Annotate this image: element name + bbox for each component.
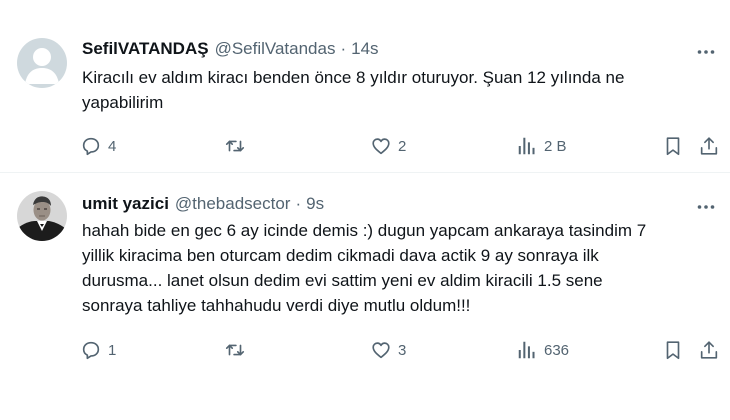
more-icon xyxy=(697,50,715,54)
action-bar: 1 3 636 xyxy=(80,337,720,363)
default-avatar-icon xyxy=(17,38,67,88)
display-name[interactable]: SefilVATANDAŞ xyxy=(82,39,209,59)
user-handle[interactable]: @SefilVatandas xyxy=(215,39,336,59)
like-count: 2 xyxy=(398,137,407,155)
like-icon xyxy=(372,138,390,155)
more-icon xyxy=(697,205,715,209)
retweet-icon xyxy=(225,344,245,356)
retweet-icon xyxy=(225,140,245,152)
views-icon xyxy=(518,137,535,155)
bookmark-icon xyxy=(666,137,680,156)
reply-count: 1 xyxy=(108,341,117,359)
like-count: 3 xyxy=(398,341,407,359)
avatar[interactable] xyxy=(17,191,67,241)
more-button[interactable] xyxy=(694,195,718,219)
tweet-text: hahah bide en gec 6 ay icinde demis :) d… xyxy=(82,218,718,318)
retweet-button[interactable] xyxy=(223,337,253,363)
views-button[interactable]: 636 xyxy=(516,337,569,363)
views-count: 2 B xyxy=(544,137,567,155)
user-handle[interactable]: @thebadsector xyxy=(175,194,291,214)
share-icon xyxy=(700,341,718,359)
tweet-text-line: sonraya tahliye tahhahudu verdi diye mut… xyxy=(82,296,471,315)
retweet-button[interactable] xyxy=(223,133,253,159)
like-icon xyxy=(372,342,390,359)
like-button[interactable]: 2 xyxy=(370,133,406,159)
reply-button[interactable]: 4 xyxy=(80,133,116,159)
bookmark-button[interactable] xyxy=(662,337,684,363)
display-name[interactable]: umit yazici xyxy=(82,194,169,214)
share-button[interactable] xyxy=(698,133,720,159)
share-icon xyxy=(700,137,718,155)
tweet[interactable]: SefilVATANDAŞ @SefilVatandas · 14s Kirac… xyxy=(0,0,730,172)
tweet-text-line: durusma... lanet olsun dedim evi sattim … xyxy=(82,271,603,290)
bookmark-icon xyxy=(666,341,680,360)
timestamp[interactable]: 9s xyxy=(306,194,324,214)
tweet-header: umit yazici @thebadsector · 9s xyxy=(82,193,324,215)
like-button[interactable]: 3 xyxy=(370,337,406,363)
tweet[interactable]: umit yazici @thebadsector · 9s hahah bid… xyxy=(0,173,730,420)
reply-button[interactable]: 1 xyxy=(80,337,116,363)
separator: · xyxy=(295,194,302,213)
separator: · xyxy=(340,39,347,58)
timestamp[interactable]: 14s xyxy=(351,39,378,59)
reply-icon xyxy=(82,341,100,360)
action-bar: 4 2 2 B xyxy=(80,133,720,159)
profile-photo xyxy=(17,191,67,241)
more-button[interactable] xyxy=(694,40,718,64)
tweet-text-line: hahah bide en gec 6 ay icinde demis :) d… xyxy=(82,221,647,240)
tweet-header: SefilVATANDAŞ @SefilVatandas · 14s xyxy=(82,38,379,60)
avatar[interactable] xyxy=(17,38,67,88)
share-button[interactable] xyxy=(698,337,720,363)
tweet-text: Kiracılı ev aldım kiracı benden önce 8 y… xyxy=(82,65,718,115)
reply-icon xyxy=(82,137,100,156)
tweet-text-line: yillik kiracima ben oturcam dedim cikmad… xyxy=(82,246,599,265)
tweet-text-line: yapabilirim xyxy=(82,93,164,112)
views-icon xyxy=(518,341,535,359)
tweet-text-line: Kiracılı ev aldım kiracı benden önce 8 y… xyxy=(82,68,625,87)
reply-count: 4 xyxy=(108,137,117,155)
views-button[interactable]: 2 B xyxy=(516,133,567,159)
bookmark-button[interactable] xyxy=(662,133,684,159)
views-count: 636 xyxy=(544,341,570,359)
